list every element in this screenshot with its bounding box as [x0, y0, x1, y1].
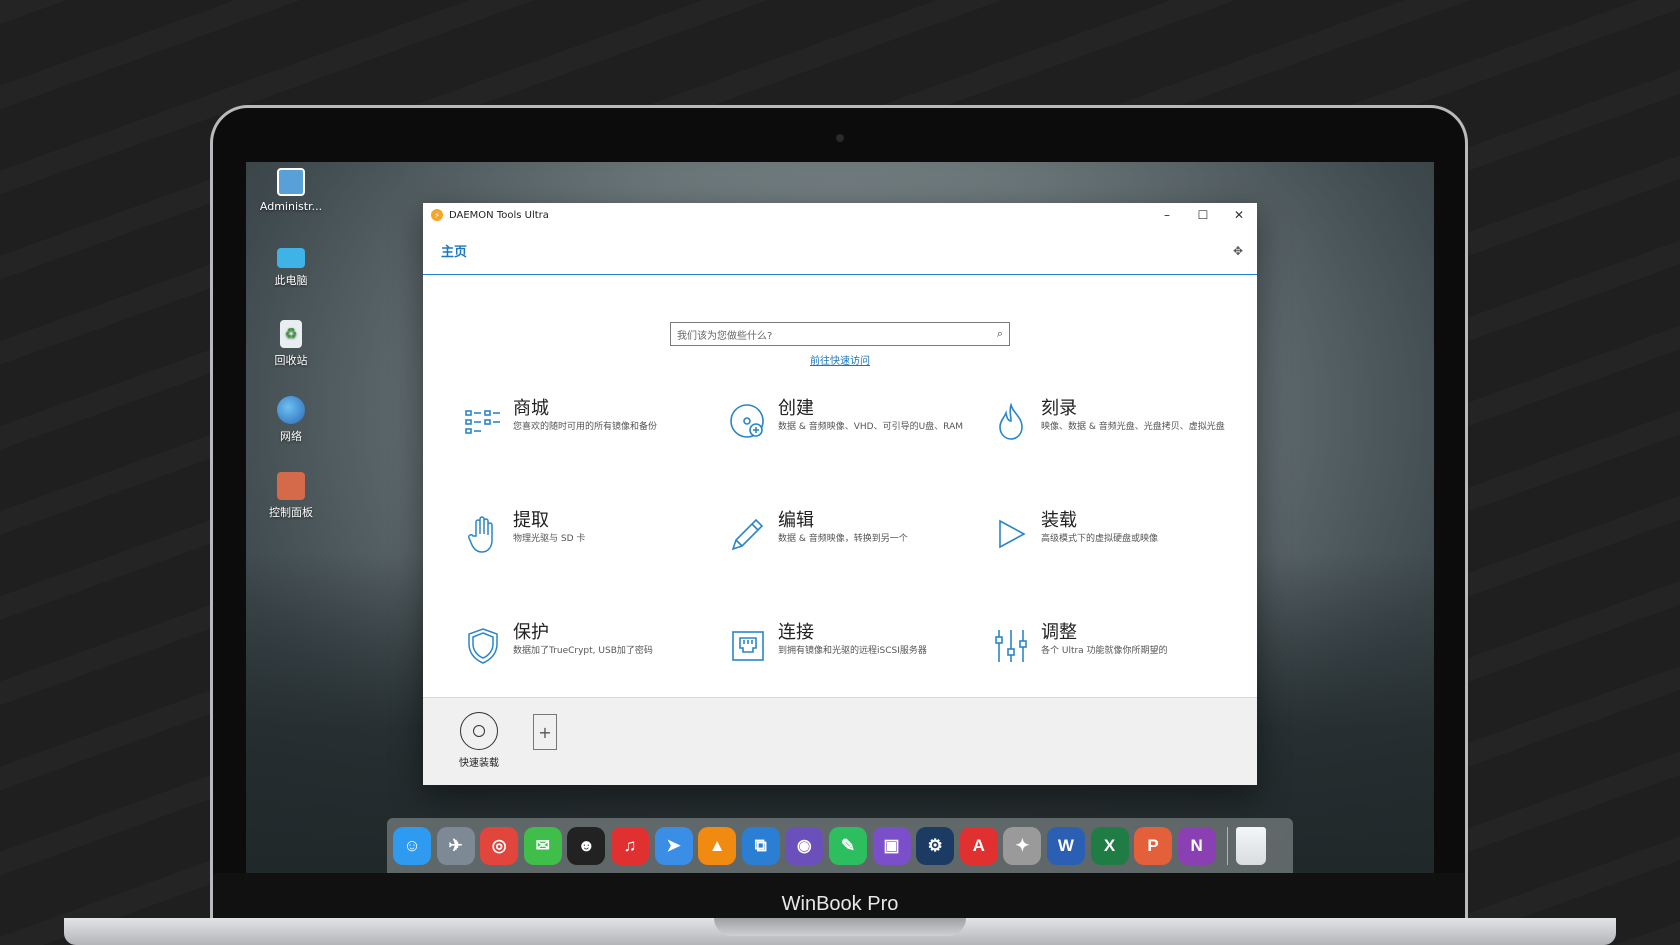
tile-title: 连接 — [778, 622, 814, 643]
maximize-button[interactable]: ☐ — [1185, 203, 1221, 227]
acrobat-icon[interactable]: A — [959, 826, 998, 865]
tile-connect[interactable]: 连接 到拥有镜像和光驱的远程iSCSI服务器 — [728, 622, 978, 682]
desktop-icon-recycle-bin[interactable]: ♻ 回收站 — [256, 320, 326, 368]
tile-title: 创建 — [778, 398, 814, 419]
powerpoint-icon[interactable]: P — [1134, 826, 1173, 865]
tile-description: 高级模式下的虚拟硬盘或映像 — [1041, 534, 1159, 544]
tile-title: 商城 — [513, 398, 549, 419]
tile-description: 物理光驱与 SD 卡 — [513, 534, 586, 544]
desktop-icon-this-pc[interactable]: 此电脑 — [256, 244, 326, 288]
tile-description: 您喜欢的随时可用的所有镜像和备份 — [513, 422, 658, 432]
tab-home[interactable]: 主页 — [441, 241, 467, 260]
control-panel-icon — [277, 472, 305, 500]
search-icon[interactable]: ⌕ — [997, 327, 1003, 341]
tab-bar: 主页 ✥ — [423, 227, 1257, 275]
netease-music-icon[interactable]: ♫ — [610, 826, 649, 865]
tile-title: 刻录 — [1041, 398, 1077, 419]
desktop-icon-network[interactable]: 网络 — [256, 396, 326, 444]
feature-tiles: 商城 您喜欢的随时可用的所有镜像和备份 创建 数据 & 音频映像、VHD、可引导… — [463, 398, 1225, 728]
steam-icon[interactable]: ⚙ — [916, 826, 955, 865]
tile-title: 装载 — [1041, 510, 1077, 531]
trash-icon[interactable] — [1236, 826, 1267, 865]
desktop-icon-label: 网络 — [280, 430, 302, 443]
quick-mount-bar: 快速装载 + — [423, 697, 1257, 785]
tile-grab[interactable]: 提取 物理光驱与 SD 卡 — [463, 510, 713, 570]
network-globe-icon — [277, 396, 305, 424]
tile-title: 提取 — [513, 510, 549, 531]
minimize-button[interactable]: – — [1149, 203, 1185, 227]
connect-network-icon — [728, 626, 768, 666]
camera-icon — [836, 134, 844, 142]
quick-access-link[interactable]: 前往快速访问 — [670, 352, 1010, 367]
mount-play-icon — [991, 514, 1031, 554]
wechat-icon[interactable]: ✉ — [523, 826, 562, 865]
dock: ☺ ✈ ◎ ✉ ☻ ♫ ➤ ▲ ⧉ ◉ ✎ ▣ ⚙ A ✦ W X P N — [387, 818, 1293, 873]
desktop-icon-label: 控制面板 — [269, 506, 313, 519]
tile-description: 到拥有镜像和光驱的远程iSCSI服务器 — [778, 646, 927, 656]
recycle-bin-icon: ♻ — [280, 320, 302, 348]
create-disc-icon — [728, 402, 768, 442]
catalog-icon — [463, 402, 503, 442]
search-input[interactable]: 我们该为您做些什么? ⌕ — [670, 322, 1010, 346]
sliders-icon — [991, 626, 1031, 666]
chrome-icon[interactable]: ◎ — [480, 826, 519, 865]
tile-description: 映像、数据 & 音频光盘、光盘拷贝、虚拟光盘 — [1041, 422, 1225, 432]
tile-title: 编辑 — [778, 510, 814, 531]
tile-burn[interactable]: 刻录 映像、数据 & 音频光盘、光盘拷贝、虚拟光盘 — [991, 398, 1241, 458]
window-controls: – ☐ ✕ — [1149, 203, 1257, 227]
disc-icon — [460, 712, 498, 750]
tile-mount[interactable]: 装载 高级模式下的虚拟硬盘或映像 — [991, 510, 1241, 570]
tile-create[interactable]: 创建 数据 & 音频映像、VHD、可引导的U盘、RAM — [728, 398, 978, 458]
tile-tune[interactable]: 调整 各个 Ultra 功能就像你所期望的 — [991, 622, 1241, 682]
tile-edit[interactable]: 编辑 数据 & 音频映像，转换到另一个 — [728, 510, 978, 570]
computer-icon — [277, 248, 305, 268]
close-button[interactable]: ✕ — [1221, 203, 1257, 227]
evernote-icon[interactable]: ✎ — [828, 826, 867, 865]
desktop-icon-label: 此电脑 — [274, 274, 308, 287]
tile-title: 调整 — [1041, 622, 1077, 643]
twitch-icon[interactable]: ▣ — [872, 826, 911, 865]
onenote-icon[interactable]: N — [1177, 826, 1216, 865]
excel-icon[interactable]: X — [1090, 826, 1129, 865]
word-icon[interactable]: W — [1046, 826, 1085, 865]
tile-description: 数据加了TrueCrypt, USB加了密码 — [513, 646, 653, 656]
desktop-icon-label: Administr... — [259, 200, 323, 213]
daemon-tools-window: ⚡ DAEMON Tools Ultra – ☐ ✕ 主页 ✥ 我们该为您做些什… — [423, 203, 1257, 785]
qq-icon[interactable]: ☻ — [567, 826, 606, 865]
github-icon[interactable]: ◉ — [785, 826, 824, 865]
edit-pencil-icon — [728, 514, 768, 554]
protect-shield-icon — [463, 626, 503, 666]
dock-separator — [1227, 826, 1229, 865]
feishu-icon[interactable]: ➤ — [654, 826, 693, 865]
tile-catalog[interactable]: 商城 您喜欢的随时可用的所有镜像和备份 — [463, 398, 713, 458]
grab-hand-icon — [463, 514, 503, 554]
desktop-icon-label: 回收站 — [274, 354, 308, 367]
inkscape-icon[interactable]: ✦ — [1003, 826, 1042, 865]
search-placeholder: 我们该为您做些什么? — [677, 330, 773, 342]
vscode-icon[interactable]: ⧉ — [741, 826, 780, 865]
tile-description: 数据 & 音频映像，转换到另一个 — [778, 534, 908, 544]
burn-flame-icon — [991, 402, 1031, 442]
tile-protect[interactable]: 保护 数据加了TrueCrypt, USB加了密码 — [463, 622, 713, 682]
quick-mount-label: 快速装载 — [459, 758, 499, 769]
user-folder-icon — [277, 168, 305, 196]
add-image-button[interactable]: + — [533, 714, 557, 750]
finder-icon[interactable]: ☺ — [393, 826, 431, 865]
pin-icon[interactable]: ✥ — [1233, 244, 1243, 258]
launchpad-icon[interactable]: ✈ — [436, 826, 475, 865]
tile-title: 保护 — [513, 622, 549, 643]
quick-mount-button[interactable]: 快速装载 — [459, 712, 499, 769]
tile-description: 各个 Ultra 功能就像你所期望的 — [1041, 646, 1168, 656]
laptop-notch — [714, 918, 966, 936]
title-bar[interactable]: ⚡ DAEMON Tools Ultra – ☐ ✕ — [423, 203, 1257, 227]
tile-description: 数据 & 音频映像、VHD、可引导的U盘、RAM — [778, 422, 963, 432]
desktop-icon-control-panel[interactable]: 控制面板 — [256, 472, 326, 520]
window-title: DAEMON Tools Ultra — [449, 209, 549, 221]
daemon-logo-icon: ⚡ — [431, 209, 443, 221]
desktop-icon-administrator[interactable]: Administr... — [256, 168, 326, 213]
device-brand-label: WinBook Pro — [781, 893, 899, 915]
vlc-icon[interactable]: ▲ — [698, 826, 737, 865]
